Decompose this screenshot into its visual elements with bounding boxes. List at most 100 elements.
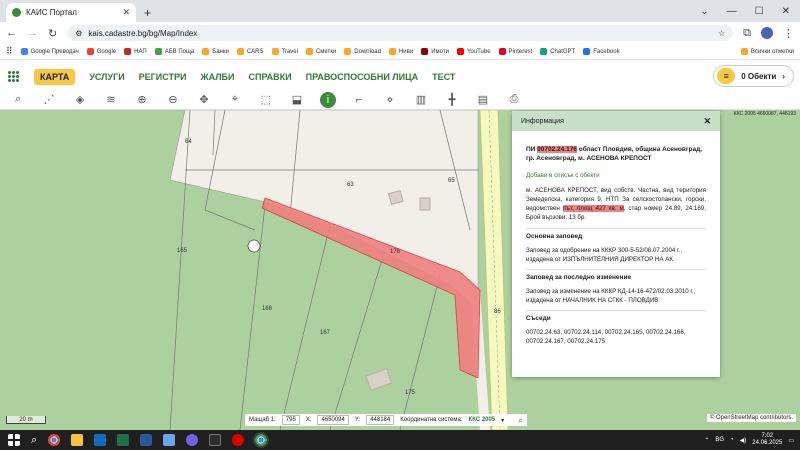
bookmark-item[interactable]: Pinterest [498,48,532,55]
select-rect-icon[interactable]: ⬚ [258,92,274,108]
close-tab-icon[interactable]: ✕ [122,7,130,18]
apps-grid-icon[interactable]: ⠿ [6,46,13,57]
nodes-icon[interactable]: ⋰ [41,92,57,108]
outlook-icon[interactable] [94,434,107,446]
search-icon[interactable]: ⌕ [31,434,37,447]
browser-tab[interactable]: КАИС Портал ✕ [6,3,136,22]
bookmark-item[interactable]: НАП [124,48,147,55]
language-indicator[interactable]: BG [715,437,724,443]
file-explorer-icon[interactable] [71,434,84,446]
coordinates-box: Мащаб 1: 795 X: 4650094 Y: 448184 Коорди… [245,414,528,426]
parcel-label: 167 [320,330,331,336]
volume-icon[interactable]: ◀) [740,437,747,444]
forward-icon[interactable]: → [27,27,38,39]
chevron-right-icon: › [782,71,785,81]
objects-button[interactable]: ≡ 0 Обекти › [713,65,794,87]
site-info-icon[interactable]: ⚙ [75,29,82,38]
url-text: kais.cadastre.bg/bg/Map/Index [88,28,198,38]
bookmark-item[interactable]: Google Преводач [20,48,79,55]
notifications-icon[interactable]: ▭ [788,437,794,444]
bookmark-item[interactable]: Download [344,48,381,55]
omnibox[interactable]: ⚙ kais.cadastre.bg/bg/Map/Index ☆ [67,25,734,41]
y-coordinate: 448184 [366,415,395,425]
polygon-icon[interactable]: ⋄ [382,92,398,108]
all-bookmarks-link[interactable]: Всички отметки [740,48,794,55]
zoom-out-icon[interactable]: ⊖ [165,92,181,108]
maximize-icon[interactable]: ☐ [755,6,764,17]
minimize-icon[interactable]: — [727,6,737,17]
chrome-active-icon[interactable] [253,432,270,448]
mail-icon[interactable] [163,434,176,446]
bookmark-label: НАП [134,48,147,55]
bookmark-label: Google Преводач [30,48,79,55]
layers-stack-icon[interactable]: ≋ [103,92,119,108]
all-bookmarks-label: Всички отметки [750,48,794,55]
excel-icon[interactable] [117,434,130,446]
bookmark-item[interactable]: Имоти [421,48,449,55]
opera-icon[interactable] [232,434,245,446]
app-icon[interactable] [209,434,222,446]
nav-item-services[interactable]: УСЛУГИ [89,72,124,82]
close-window-icon[interactable]: ✕ [782,6,790,17]
windows-taskbar: ⌕ ⌃ BG ◔ ◀) 7:02 24.06.2025 ▭ [0,430,800,450]
reload-icon[interactable]: ↻ [48,27,57,40]
section-title: Основна заповед [526,228,706,241]
close-icon[interactable]: ✕ [703,116,711,126]
bookmark-star-icon[interactable]: ☆ [718,29,725,38]
bookmark-item[interactable]: YouTube [456,48,491,55]
extensions-icon[interactable]: ⧉ [743,27,751,40]
word-icon[interactable] [140,434,153,446]
bookmark-label: Банки [212,48,229,55]
chevron-down-icon[interactable]: ▾ [501,417,504,424]
back-icon[interactable]: ← [6,27,17,39]
bookmark-item[interactable]: Google [86,48,116,55]
bookmark-item[interactable]: Банки [202,48,229,55]
pan-icon[interactable]: ✥ [196,92,212,108]
bookmark-item[interactable]: Travel [271,48,298,55]
bookmark-item[interactable]: CARS [236,48,264,55]
bookmark-item[interactable]: Facebook [583,48,620,55]
tray-chevron-icon[interactable]: ⌃ [704,437,709,444]
print-icon[interactable]: ⎙ [506,92,522,108]
menu-icon[interactable]: ⋮ [783,27,794,40]
clock-date: 24.06.2025 [752,440,783,446]
scale-input[interactable]: 795 [281,415,300,425]
info-icon[interactable]: i [320,91,336,108]
windows-start-icon[interactable] [8,434,20,446]
new-tab-button[interactable]: + [144,3,151,22]
nav-item-licensed[interactable]: ПРАВОСПОСОБНИ ЛИЦА [306,72,419,82]
crosshair-icon[interactable]: ╋ [444,92,460,108]
profile-avatar[interactable] [761,27,773,39]
network-icon[interactable]: ◔ [730,437,734,443]
bookmark-label: Имоти [431,48,449,55]
print-preview-icon[interactable]: ▤ [475,92,491,108]
add-to-list-link[interactable]: Добави в списък с обекти [526,171,706,180]
layers-icon[interactable]: ◈ [72,92,88,108]
viber-icon[interactable] [186,434,199,446]
book-icon[interactable]: ▥ [413,92,429,108]
clock[interactable]: 7:02 24.06.2025 [752,433,782,447]
parcel-label: 65 [448,178,455,184]
bookmark-icon [20,48,28,55]
chrome-icon[interactable] [48,434,61,446]
bookmark-item[interactable]: Ниви [388,48,413,55]
nav-item-complaints[interactable]: ЖАЛБИ [201,72,235,82]
select-edit-icon[interactable]: ⬓ [289,92,305,108]
search-coords-icon[interactable]: ⌕ [518,415,523,426]
tab-search-icon[interactable]: ⌄ [700,6,708,17]
nav-item-map[interactable]: КАРТА [34,68,76,85]
nav-item-reports[interactable]: СПРАВКИ [249,72,292,82]
nav-item-registers[interactable]: РЕГИСТРИ [139,72,187,82]
bookmark-item[interactable]: ChatGPT [540,48,575,55]
pin-icon[interactable]: ⌖ [227,92,243,108]
nav-item-test[interactable]: ТЕСТ [432,72,455,82]
bookmark-item[interactable]: АБВ Поща [154,48,194,55]
search-icon[interactable]: ⌕ [10,92,26,108]
bookmark-item[interactable]: Сметки [305,48,336,55]
measure-icon[interactable]: ⌐ [351,92,367,108]
zoom-in-icon[interactable]: ⊕ [134,92,150,108]
crs-select[interactable]: ККС 2005 [469,417,496,423]
address-bar-row: ← → ↻ ⚙ kais.cadastre.bg/bg/Map/Index ☆ … [0,22,800,44]
osm-credit[interactable]: © OpenStreetMap contributors. [706,414,796,422]
app-grid-icon[interactable] [8,70,20,83]
